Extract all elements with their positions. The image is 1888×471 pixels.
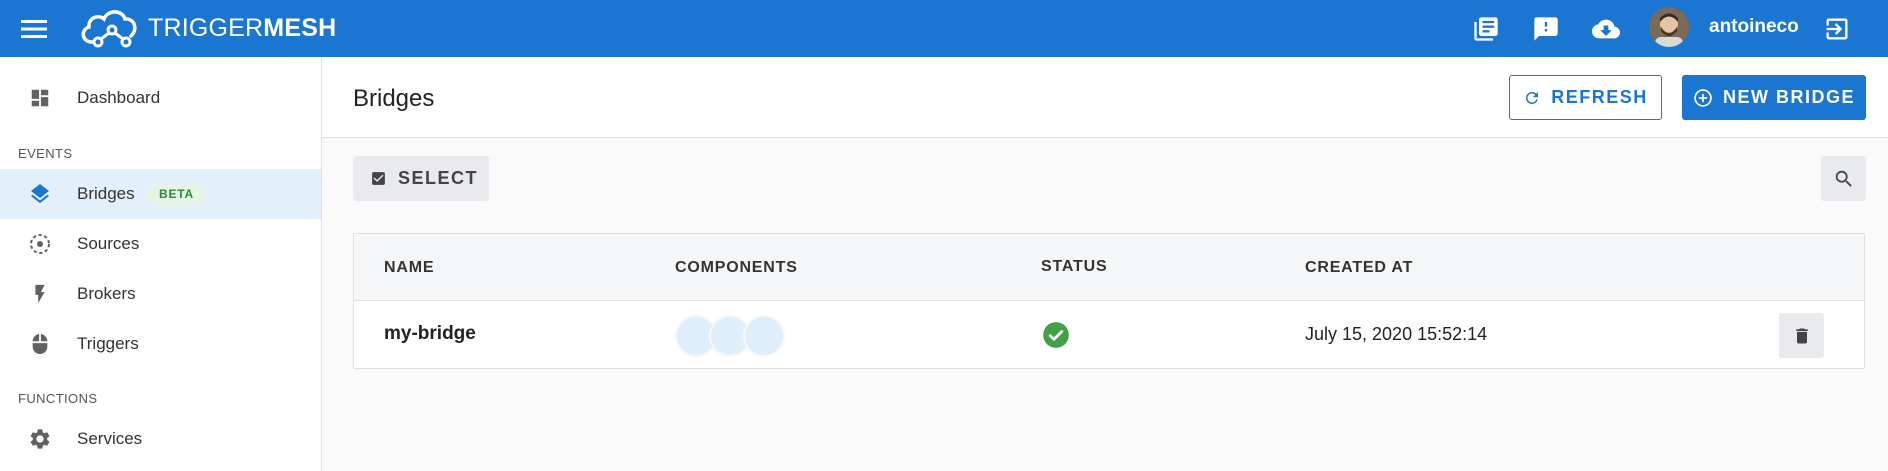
dashboard-icon bbox=[27, 85, 53, 111]
search-button[interactable] bbox=[1821, 156, 1866, 201]
page-header: Bridges REFRESH NEW BRIDGE bbox=[322, 57, 1888, 138]
layers-icon bbox=[27, 181, 53, 207]
sidebar-item-label: Triggers bbox=[77, 334, 139, 353]
refresh-icon bbox=[1523, 89, 1541, 107]
bridges-table: NAME COMPONENTS STATUS CREATED AT my-bri… bbox=[353, 233, 1865, 369]
new-bridge-label: NEW BRIDGE bbox=[1723, 87, 1855, 107]
avatar[interactable] bbox=[1649, 7, 1689, 47]
search-icon bbox=[1833, 168, 1855, 190]
logout-icon[interactable] bbox=[1821, 13, 1853, 45]
table-header: NAME COMPONENTS STATUS CREATED AT bbox=[354, 234, 1864, 301]
docs-icon[interactable] bbox=[1470, 13, 1502, 45]
sidebar-item-label: Services bbox=[77, 429, 143, 448]
cloud-network-icon bbox=[81, 10, 137, 48]
beta-badge: BETA bbox=[147, 183, 206, 205]
sidebar-item-triggers[interactable]: Triggers bbox=[0, 319, 321, 369]
checkbox-icon bbox=[370, 170, 387, 187]
new-bridge-button[interactable]: NEW BRIDGE bbox=[1682, 75, 1866, 120]
top-app-bar: TRIGGERMESH antoineco bbox=[0, 0, 1888, 57]
bridge-name[interactable]: my-bridge bbox=[384, 323, 476, 345]
created-at-value: July 15, 2020 15:52:14 bbox=[1305, 324, 1488, 344]
delete-button[interactable] bbox=[1779, 313, 1824, 358]
refresh-button[interactable]: REFRESH bbox=[1509, 75, 1662, 120]
table-row[interactable]: my-bridge July 15, 2020 15:52:14 bbox=[354, 301, 1864, 368]
brand-name: TRIGGERMESH bbox=[148, 13, 337, 42]
sidebar-item-label: Dashboard bbox=[77, 88, 161, 107]
sidebar-item-label: Sources bbox=[77, 234, 140, 253]
section-label-functions: FUNCTIONS bbox=[18, 391, 98, 406]
sidebar-item-bridges[interactable]: Bridges BETA bbox=[0, 169, 321, 219]
brand-logo[interactable]: TRIGGERMESH bbox=[78, 6, 336, 50]
sidebar-item-services[interactable]: Services bbox=[0, 414, 321, 464]
gear-icon bbox=[27, 426, 53, 452]
sidebar-item-dashboard[interactable]: Dashboard bbox=[0, 73, 321, 123]
sidebar-item-brokers[interactable]: Brokers bbox=[0, 269, 321, 319]
sidebar: Dashboard EVENTS Bridges BETA Sources Br… bbox=[0, 57, 322, 471]
username[interactable]: antoineco bbox=[1709, 16, 1799, 38]
select-button[interactable]: SELECT bbox=[353, 156, 489, 201]
section-label-events: EVENTS bbox=[18, 146, 73, 161]
download-icon[interactable] bbox=[1590, 13, 1622, 45]
column-header-status: STATUS bbox=[1041, 258, 1108, 275]
sidebar-item-label: Bridges bbox=[77, 184, 135, 203]
status-ready-icon bbox=[1042, 321, 1070, 349]
component-avatar bbox=[743, 315, 785, 357]
refresh-label: REFRESH bbox=[1551, 87, 1648, 107]
column-header-created-at[interactable]: CREATED AT bbox=[1305, 259, 1413, 277]
column-header-components: COMPONENTS bbox=[675, 259, 798, 276]
trash-icon bbox=[1792, 325, 1812, 347]
menu-icon[interactable] bbox=[18, 13, 50, 45]
mouse-icon bbox=[27, 331, 53, 357]
sidebar-item-label: Brokers bbox=[77, 284, 136, 303]
bolt-icon bbox=[27, 281, 53, 307]
add-circle-icon bbox=[1693, 88, 1713, 108]
sidebar-item-sources[interactable]: Sources bbox=[0, 219, 321, 269]
feedback-icon[interactable] bbox=[1530, 13, 1562, 45]
page-title: Bridges bbox=[353, 85, 435, 112]
column-header-name[interactable]: NAME bbox=[384, 259, 434, 277]
sources-icon bbox=[27, 231, 53, 257]
select-label: SELECT bbox=[398, 168, 479, 188]
